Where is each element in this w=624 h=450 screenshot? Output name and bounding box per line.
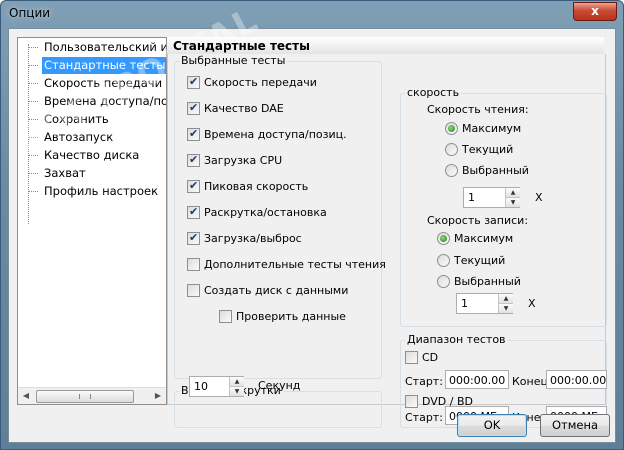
stepper-up-icon[interactable]: ▲ [498,294,513,304]
cancel-button[interactable]: Отмена [540,414,610,437]
selected-tests-group: Выбранные тесты Скорость передачи Качест… [174,54,386,379]
group-title: Выбранные тесты [179,54,288,67]
checkbox-icon[interactable] [187,75,200,89]
checkbox-icon[interactable] [187,205,200,219]
checkbox-label: Пиковая скорость [204,180,309,193]
checkbox-icon[interactable] [405,395,418,408]
checkbox-label: Создать диск с данными [204,284,349,297]
cd-end-field[interactable]: 000:00.00 [546,370,607,389]
write-speed-unit: X [528,297,536,310]
radio-icon[interactable] [445,122,458,135]
checkbox-icon[interactable] [187,179,200,193]
panel-title: Стандартные тесты [173,39,310,53]
checkbox-icon[interactable] [187,231,200,245]
standard-tests-panel: Выбранные тесты Скорость передачи Качест… [167,54,607,428]
group-title: Диапазон тестов [405,333,508,346]
spinup-time-stepper[interactable]: 10 ▲ ▼ [189,376,244,397]
checkbox-icon[interactable] [405,351,418,364]
panel-header: Стандартные тесты [167,37,604,54]
options-window: Опции x Пользовательский ин Стандартные … [0,0,624,450]
checkbox-label: Скорость передачи [204,76,317,89]
checkbox-label: Дополнительные тесты чтения [204,258,386,271]
radio-label: Выбранный [454,275,521,288]
tree-item-label: Времена доступа/поз [44,94,167,108]
checkbox-label: Раскрутка/остановка [204,206,327,219]
cd-start-label: Старт: [405,375,443,388]
tree-item-label: Автозапуск [44,130,114,144]
checkbox-label: Загрузка CPU [204,154,283,167]
scroll-right-icon[interactable]: ▶ [150,388,166,404]
radio-icon[interactable] [437,275,450,288]
spinup-time-unit: Секунд [258,379,301,392]
radio-icon[interactable] [437,254,450,267]
dialog-client-area: Пользовательский ин Стандартные тесты Ск… [8,1,616,443]
radio-label: Выбранный [462,164,529,177]
speed-group: скорость Скорость чтения: Максимум Текущ… [400,86,607,327]
stepper-down-icon[interactable]: ▼ [498,304,513,313]
checkbox-icon[interactable] [187,101,200,115]
checkbox-label: Проверить данные [236,310,346,323]
tree-item-label: Стандартные тесты [42,57,166,74]
tree-item-label: Сохранить [44,112,109,126]
write-speed-label: Скорость записи: [427,214,529,227]
tree-item-label: Профиль настроек [44,184,159,198]
tree-item-label: Пользовательский ин [44,40,167,54]
ok-button[interactable]: OK [457,414,527,437]
dvd-start-label: Старт: [405,411,443,424]
group-title: скорость [405,86,462,99]
checkbox-label: Загрузка/выброс [204,232,302,245]
close-button[interactable]: x [573,2,617,21]
scroll-thumb[interactable] [36,390,134,403]
scroll-left-icon[interactable]: ◀ [18,388,34,404]
options-tree: Пользовательский ин Стандартные тесты Ск… [17,37,167,405]
radio-label: Максимум [454,232,514,245]
radio-label: Текущий [454,254,506,267]
checkbox-icon[interactable] [187,258,200,271]
tree-item-label: Захват [44,166,86,180]
tree-item-label: Скорость передачи [44,76,163,90]
radio-label: Максимум [462,122,522,135]
stepper-down-icon[interactable]: ▼ [505,198,520,207]
stepper-value[interactable]: 1 [468,191,475,204]
radio-label: Текущий [462,143,514,156]
checkbox-icon[interactable] [187,153,200,167]
tree-item-label: Качество диска [44,148,140,162]
read-speed-stepper[interactable]: 1 ▲ ▼ [463,187,520,208]
tree-connector-line [28,44,29,224]
checkbox-icon[interactable] [219,310,232,323]
stepper-value[interactable]: 10 [194,380,208,393]
radio-icon[interactable] [437,232,450,245]
window-title: Опции [9,6,51,20]
radio-icon[interactable] [445,164,458,177]
title-bar[interactable]: Опции x [1,1,623,27]
stepper-down-icon[interactable]: ▼ [229,387,244,396]
checkbox-icon[interactable] [187,127,200,141]
cd-start-field[interactable]: 000:00.00 [445,370,509,389]
stepper-value[interactable]: 1 [461,297,468,310]
stepper-up-icon[interactable]: ▲ [229,377,244,387]
tree-horizontal-scrollbar[interactable]: ◀ ▶ [18,387,166,404]
checkbox-label: Времена доступа/позиц. [204,128,347,141]
grip-icon [79,394,91,399]
read-speed-label: Скорость чтения: [427,103,529,116]
checkbox-label: CD [422,351,439,364]
write-speed-stepper[interactable]: 1 ▲ ▼ [456,293,513,314]
checkbox-icon[interactable] [187,284,200,297]
read-speed-unit: X [535,191,543,204]
checkbox-label: Качество DAE [204,102,284,115]
stepper-up-icon[interactable]: ▲ [505,188,520,198]
radio-icon[interactable] [445,143,458,156]
